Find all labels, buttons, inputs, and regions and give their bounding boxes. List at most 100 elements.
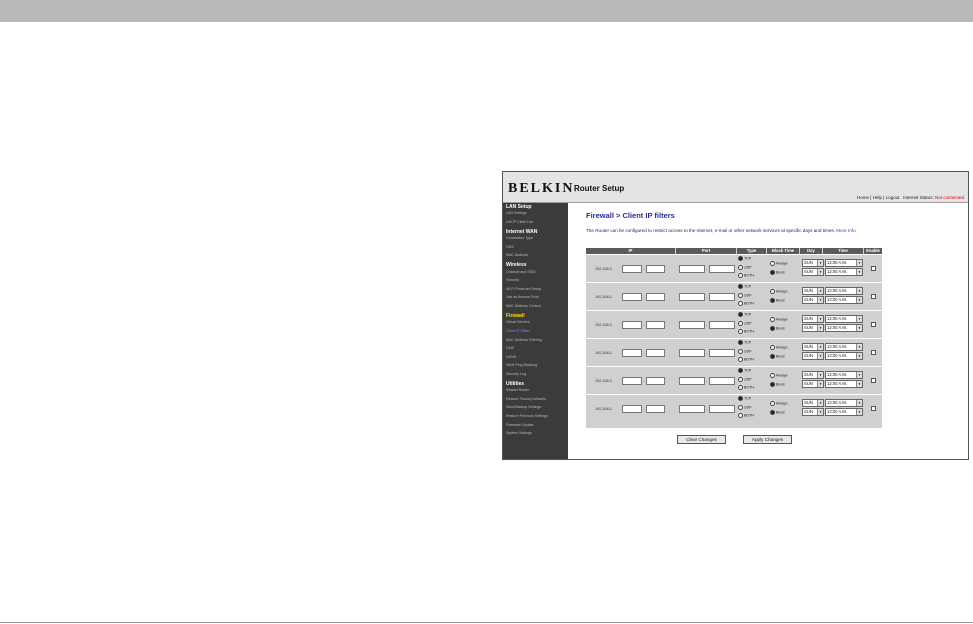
sidebar-item-lan-settings[interactable]: LAN Settings: [506, 211, 527, 215]
dropdown-select[interactable]: SUN ▼: [802, 324, 824, 332]
sidebar-item-dns[interactable]: DNS: [506, 245, 514, 249]
radio-option[interactable]: Always: [770, 401, 787, 406]
radio-option[interactable]: Block: [770, 354, 785, 359]
radio-circle[interactable]: [770, 345, 775, 350]
ip-end-field[interactable]: [646, 377, 665, 385]
logout-link[interactable]: Logout: [886, 195, 900, 200]
radio-option[interactable]: UDP: [738, 404, 752, 410]
clear-changes-button[interactable]: Clear Changes: [677, 435, 726, 444]
port-start-field[interactable]: [679, 377, 705, 385]
ip-start-field[interactable]: [622, 349, 642, 357]
dropdown-select[interactable]: 12:00 A.M. ▼: [825, 296, 863, 304]
port-end-field[interactable]: [709, 405, 735, 413]
radio-option[interactable]: BOTH: [738, 329, 754, 334]
radio-circle[interactable]: [770, 354, 775, 359]
radio-circle[interactable]: [738, 273, 743, 278]
radio-circle[interactable]: [738, 256, 743, 261]
ip-end-field[interactable]: [646, 405, 665, 413]
radio-circle[interactable]: [738, 301, 743, 306]
radio-option[interactable]: BOTH: [738, 273, 754, 278]
radio-option[interactable]: Block: [770, 382, 785, 387]
chevron-down-icon[interactable]: ▼: [817, 269, 823, 275]
ip-end-field[interactable]: [646, 321, 665, 329]
dropdown-select[interactable]: SUN ▼: [802, 352, 824, 360]
radio-option[interactable]: Block: [770, 298, 785, 303]
sidebar-item-wi-fi-protected-setup[interactable]: Wi-Fi Protected Setup: [506, 287, 541, 291]
port-end-field[interactable]: [709, 377, 735, 385]
dropdown-select[interactable]: SUN ▼: [802, 343, 824, 351]
enable-checkbox[interactable]: [871, 350, 876, 355]
chevron-down-icon[interactable]: ▼: [856, 288, 862, 294]
dropdown-select[interactable]: 12:00 A.M. ▼: [825, 315, 863, 323]
chevron-down-icon[interactable]: ▼: [817, 288, 823, 294]
chevron-down-icon[interactable]: ▼: [817, 400, 823, 406]
sidebar-item-dmz[interactable]: DMZ: [506, 346, 514, 350]
chevron-down-icon[interactable]: ▼: [856, 353, 862, 359]
radio-circle[interactable]: [738, 264, 743, 270]
chevron-down-icon[interactable]: ▼: [817, 409, 823, 415]
sidebar-item-mac-address-filtering[interactable]: MAC Address Filtering: [506, 338, 542, 342]
sidebar-item-restore-previous-settings[interactable]: Restore Previous Settings: [506, 414, 548, 418]
sidebar-item-channel-and-ssid[interactable]: Channel and SSID: [506, 270, 536, 274]
dropdown-select[interactable]: 12:00 A.M. ▼: [825, 352, 863, 360]
chevron-down-icon[interactable]: ▼: [856, 260, 862, 266]
radio-circle[interactable]: [738, 292, 743, 298]
enable-checkbox[interactable]: [871, 378, 876, 383]
radio-option[interactable]: BOTH: [738, 357, 754, 362]
sidebar-item-save-backup-settings[interactable]: Save/Backup Settings: [506, 405, 541, 409]
chevron-down-icon[interactable]: ▼: [856, 325, 862, 331]
chevron-down-icon[interactable]: ▼: [856, 400, 862, 406]
dropdown-select[interactable]: 12:00 A.M. ▼: [825, 408, 863, 416]
sidebar-item-ddns[interactable]: DDNS: [506, 355, 516, 359]
ip-end-field[interactable]: [646, 265, 665, 273]
sidebar-item-restore-factory-defaults[interactable]: Restore Factory Defaults: [506, 397, 546, 401]
help-link[interactable]: Help: [873, 195, 882, 200]
chevron-down-icon[interactable]: ▼: [817, 297, 823, 303]
radio-circle[interactable]: [770, 289, 775, 294]
sidebar-item-wan-ping-blocking[interactable]: WAN Ping Blocking: [506, 363, 537, 367]
chevron-down-icon[interactable]: ▼: [817, 372, 823, 378]
dropdown-select[interactable]: SUN ▼: [802, 380, 824, 388]
radio-circle[interactable]: [770, 382, 775, 387]
apply-changes-button[interactable]: Apply Changes: [743, 435, 792, 444]
chevron-down-icon[interactable]: ▼: [817, 316, 823, 322]
radio-option[interactable]: Always: [770, 261, 787, 266]
enable-checkbox[interactable]: [871, 406, 876, 411]
sidebar-item-mac-address[interactable]: MAC Address: [506, 253, 528, 257]
chevron-down-icon[interactable]: ▼: [856, 297, 862, 303]
ip-end-field[interactable]: [646, 293, 665, 301]
radio-option[interactable]: Always: [770, 345, 787, 350]
dropdown-select[interactable]: 12:00 A.M. ▼: [825, 399, 863, 407]
sidebar-item-mac-address-control[interactable]: MAC Address Control: [506, 304, 541, 308]
chevron-down-icon[interactable]: ▼: [856, 381, 862, 387]
sidebar-item-firmware-update[interactable]: Firmware Update: [506, 423, 534, 427]
radio-option[interactable]: TCP: [738, 340, 751, 345]
radio-circle[interactable]: [770, 410, 775, 415]
chevron-down-icon[interactable]: ▼: [817, 353, 823, 359]
radio-circle[interactable]: [738, 368, 743, 373]
chevron-down-icon[interactable]: ▼: [856, 269, 862, 275]
ip-start-field[interactable]: [622, 377, 642, 385]
sidebar-item-security[interactable]: Security: [506, 278, 519, 282]
enable-checkbox[interactable]: [871, 294, 876, 299]
sidebar-item-restart-router[interactable]: Restart Router: [506, 388, 529, 392]
dropdown-select[interactable]: 12:00 A.M. ▼: [825, 268, 863, 276]
chevron-down-icon[interactable]: ▼: [817, 325, 823, 331]
sidebar-item-virtual-servers[interactable]: Virtual Servers: [506, 320, 530, 324]
radio-option[interactable]: TCP: [738, 368, 751, 373]
chevron-down-icon[interactable]: ▼: [856, 372, 862, 378]
radio-circle[interactable]: [738, 404, 743, 410]
radio-option[interactable]: TCP: [738, 284, 751, 289]
port-start-field[interactable]: [679, 321, 705, 329]
radio-option[interactable]: UDP: [738, 292, 752, 298]
radio-circle[interactable]: [770, 317, 775, 322]
radio-option[interactable]: TCP: [738, 396, 751, 401]
radio-circle[interactable]: [770, 261, 775, 266]
dropdown-select[interactable]: 12:00 A.M. ▼: [825, 324, 863, 332]
radio-option[interactable]: TCP: [738, 256, 751, 261]
radio-circle[interactable]: [738, 385, 743, 390]
radio-option[interactable]: Block: [770, 326, 785, 331]
radio-circle[interactable]: [770, 326, 775, 331]
chevron-down-icon[interactable]: ▼: [856, 316, 862, 322]
dropdown-select[interactable]: SUN ▼: [802, 315, 824, 323]
